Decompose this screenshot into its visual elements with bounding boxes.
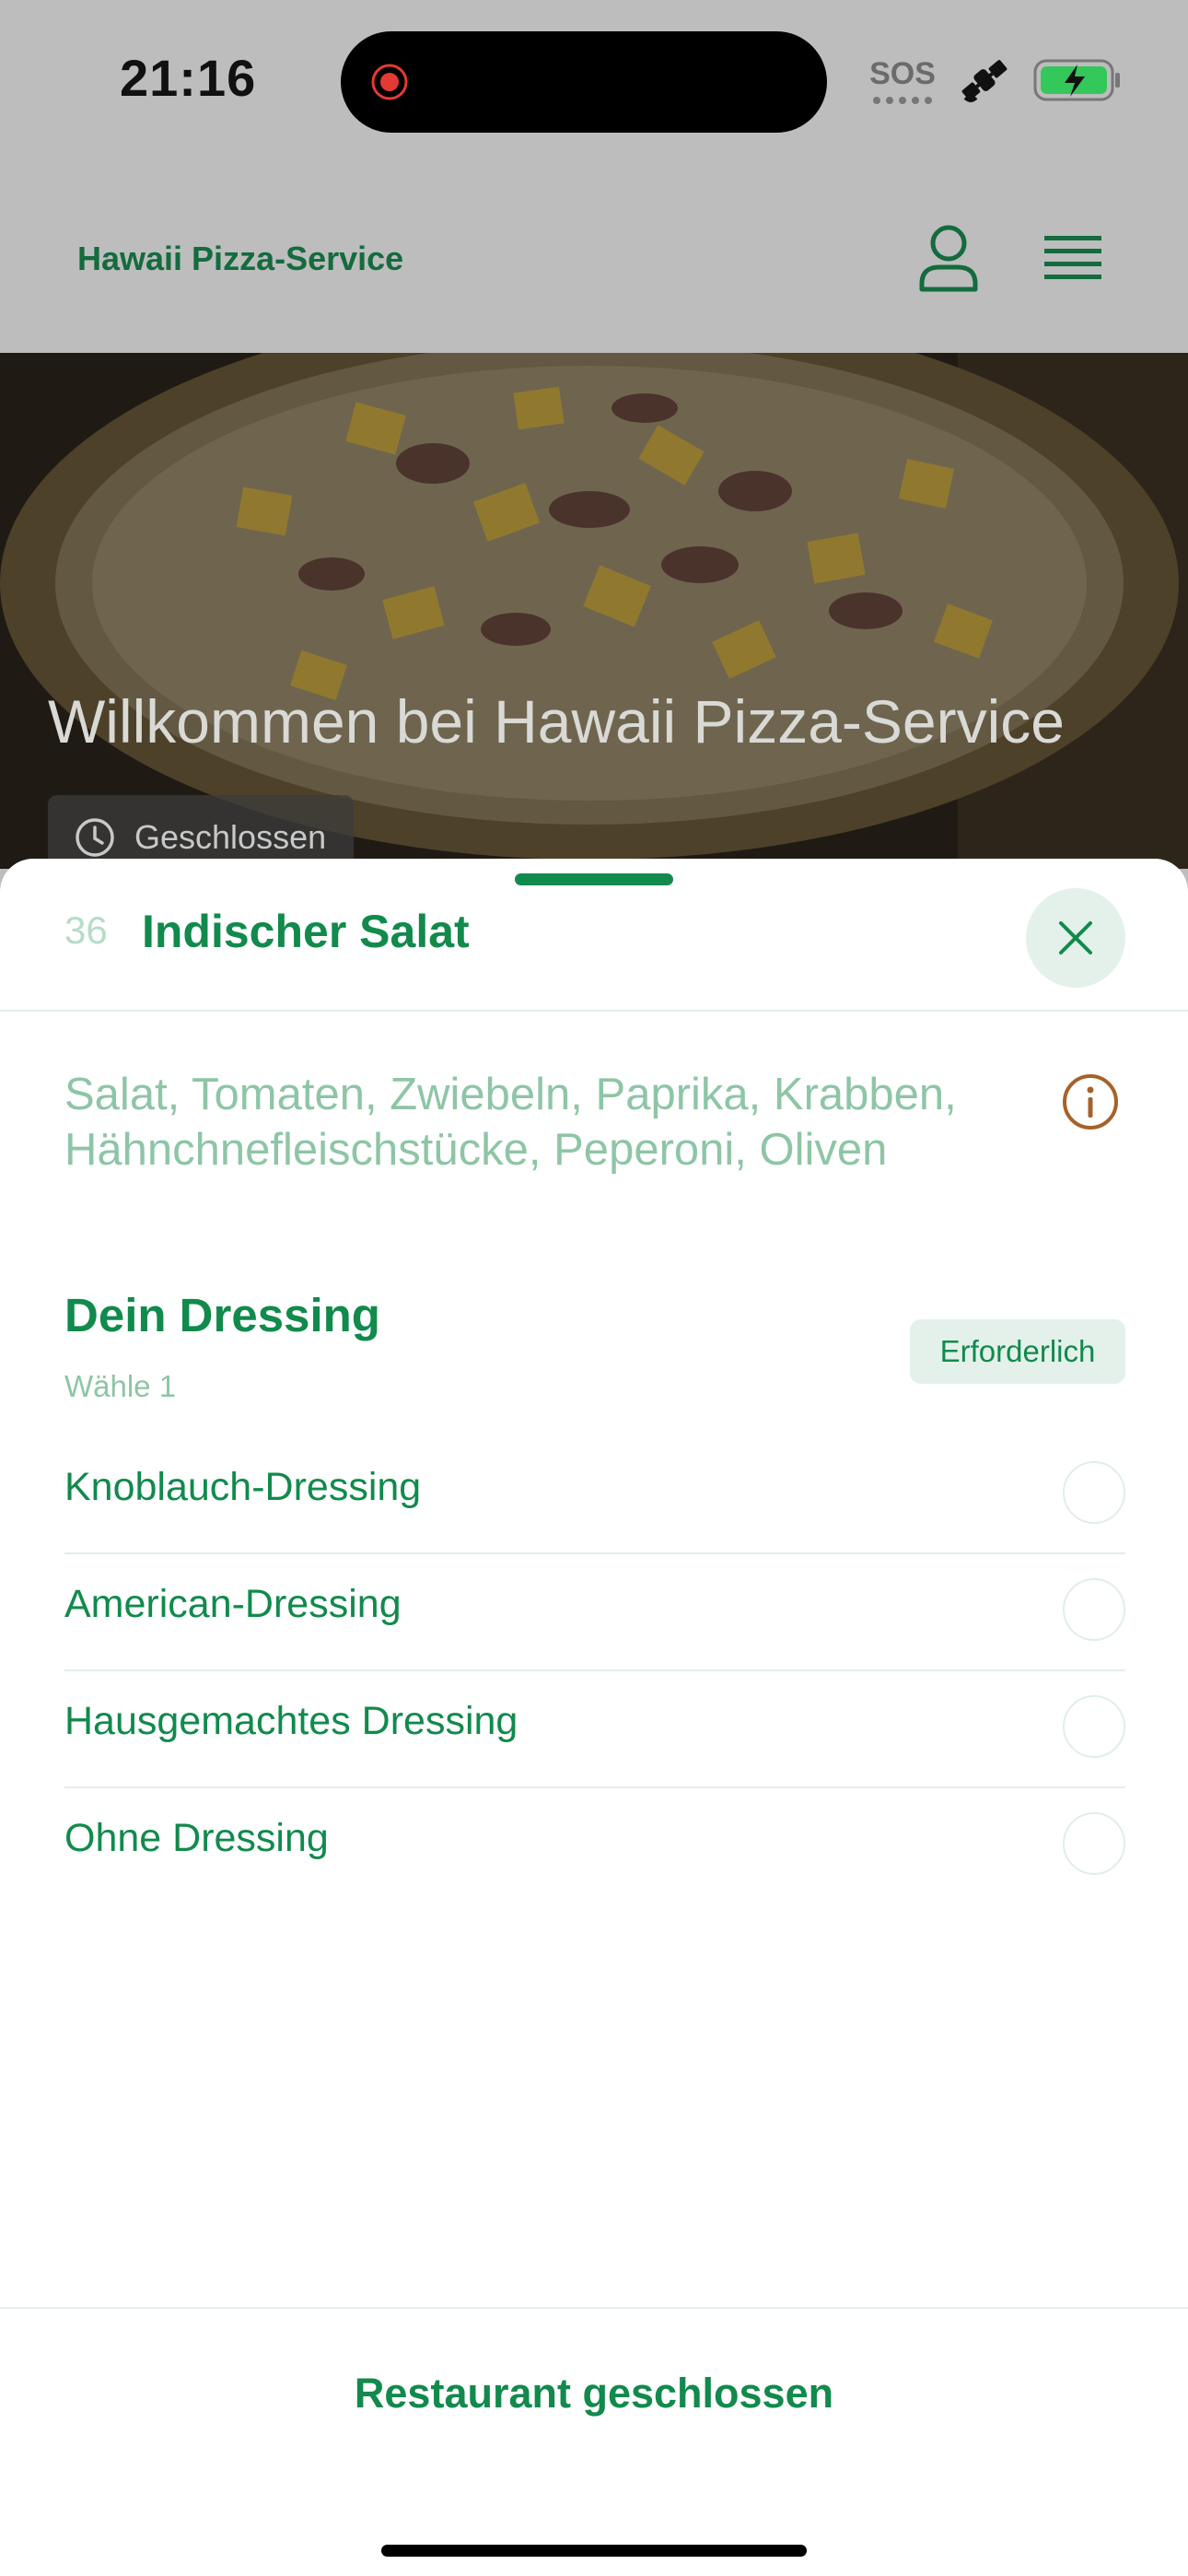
close-button[interactable] xyxy=(1026,888,1125,988)
radio-button[interactable] xyxy=(1063,1812,1125,1875)
footer-divider xyxy=(0,2307,1188,2309)
dressing-section-subtitle: Wähle 1 xyxy=(64,1369,177,1403)
sos-icon: SOS xyxy=(869,56,936,104)
status-icons: SOS xyxy=(869,52,1122,109)
sos-label: SOS xyxy=(869,56,936,91)
ingredients-line-2: Hähnchnefleischstücke, Peperoni, Oliven xyxy=(64,1125,888,1175)
radio-button[interactable] xyxy=(1063,1461,1125,1524)
close-icon xyxy=(1059,921,1092,954)
required-badge: Erforderlich xyxy=(910,1319,1125,1384)
dressing-option[interactable]: American-Dressing xyxy=(64,1554,1125,1671)
opening-status-label: Geschlossen xyxy=(134,818,327,856)
app-header: Hawaii Pizza-Service xyxy=(0,166,1188,353)
radio-button[interactable] xyxy=(1063,1578,1125,1641)
sheet-drag-handle[interactable] xyxy=(515,873,673,885)
ingredients-line-1: Salat, Tomaten, Zwiebeln, Paprika, Krabb… xyxy=(64,1070,957,1119)
dressing-option[interactable]: Hausgemachtes Dressing xyxy=(64,1671,1125,1788)
item-ingredients: Salat, Tomaten, Zwiebeln, Paprika, Krabb… xyxy=(64,1067,1031,1177)
product-detail-sheet: 36 Indischer Salat Salat, Tomaten, Zwieb… xyxy=(0,859,1188,2576)
status-time: 21:16 xyxy=(120,49,257,107)
item-number: 36 xyxy=(64,908,108,952)
sheet-header-divider xyxy=(0,1010,1188,1012)
clock-icon xyxy=(76,818,114,857)
radio-button[interactable] xyxy=(1063,1695,1125,1758)
dressing-option-label: American-Dressing xyxy=(64,1582,402,1626)
satellite-icon xyxy=(961,60,1007,102)
item-title: Indischer Salat xyxy=(142,906,470,957)
dynamic-island xyxy=(341,31,827,133)
pizza-image xyxy=(0,353,1188,869)
info-icon[interactable] xyxy=(1061,1072,1120,1131)
brand-name[interactable]: Hawaii Pizza-Service xyxy=(77,240,403,278)
hero-title: Willkommen bei Hawaii Pizza-Service xyxy=(48,687,1065,755)
user-account-icon[interactable] xyxy=(917,223,980,293)
opening-status-badge: Geschlossen xyxy=(48,795,355,869)
battery-charging-icon xyxy=(1033,59,1120,101)
home-indicator[interactable] xyxy=(381,2545,807,2557)
dressing-option-label: Hausgemachtes Dressing xyxy=(64,1699,518,1743)
dressing-option-label: Ohne Dressing xyxy=(64,1816,329,1860)
status-bar: 21:16 SOS xyxy=(0,0,1188,166)
dressing-section-title: Dein Dressing xyxy=(64,1289,380,1341)
dressing-option[interactable]: Ohne Dressing xyxy=(64,1788,1125,1905)
screen-recording-icon xyxy=(371,64,408,100)
restaurant-closed-button[interactable]: Restaurant geschlossen xyxy=(0,2370,1188,2418)
hero-banner: Willkommen bei Hawaii Pizza-Service Gesc… xyxy=(0,353,1188,869)
dressing-option[interactable]: Knoblauch-Dressing xyxy=(64,1437,1125,1554)
hamburger-menu-icon[interactable] xyxy=(1042,230,1103,286)
dressing-option-label: Knoblauch-Dressing xyxy=(64,1465,422,1509)
